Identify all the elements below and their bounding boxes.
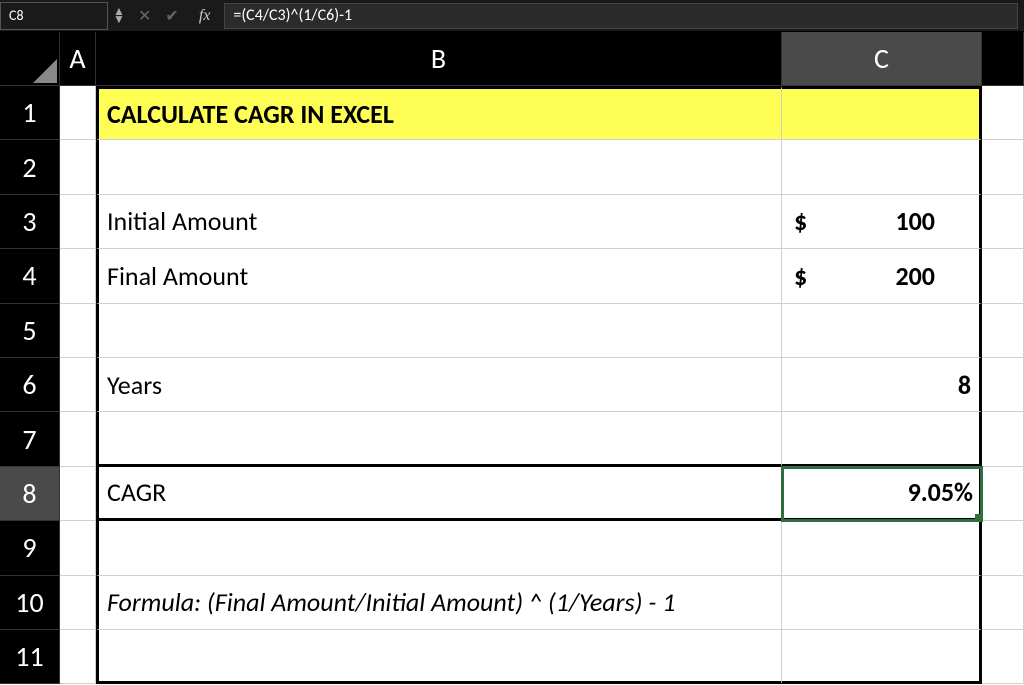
row-header-9[interactable]: 9 — [0, 521, 60, 575]
cell-b9[interactable] — [96, 521, 782, 575]
currency-value: 100 — [895, 205, 971, 237]
cell-a1[interactable] — [60, 86, 96, 140]
cell-c11[interactable] — [782, 630, 982, 684]
cell-a6[interactable] — [60, 358, 96, 412]
currency-symbol: $ — [790, 260, 807, 292]
cell-b4-final-label[interactable]: Final Amount — [96, 249, 782, 303]
currency-value: 200 — [895, 260, 971, 292]
row-header-3[interactable]: 3 — [0, 195, 60, 249]
cell-a9[interactable] — [60, 521, 96, 575]
cell-c5[interactable] — [782, 304, 982, 358]
col-header-c[interactable]: C — [782, 32, 982, 86]
cell-c2[interactable] — [782, 140, 982, 194]
name-box-stepper[interactable]: ▲ ▼ — [108, 8, 130, 24]
formula-input[interactable] — [224, 3, 1018, 29]
row-header-6[interactable]: 6 — [0, 358, 60, 412]
cell-b1-title[interactable]: CALCULATE CAGR IN EXCEL — [96, 86, 782, 140]
cell-d9[interactable] — [982, 521, 1024, 575]
col-header-a[interactable]: A — [60, 32, 96, 86]
cell-d11[interactable] — [982, 630, 1024, 684]
cell-d2[interactable] — [982, 140, 1024, 194]
cell-c3-initial-value[interactable]: $ 100 — [782, 195, 982, 249]
cell-c8-cagr-value[interactable]: 9.05% — [782, 467, 982, 521]
cell-a10[interactable] — [60, 576, 96, 630]
cell-d3[interactable] — [982, 195, 1024, 249]
cell-b7[interactable] — [96, 412, 782, 466]
row-header-5[interactable]: 5 — [0, 304, 60, 358]
cell-a2[interactable] — [60, 140, 96, 194]
row-header-7[interactable]: 7 — [0, 412, 60, 466]
active-cell-ref: C8 — [9, 7, 24, 24]
formula-controls: ✕ ✔ fx — [130, 6, 224, 26]
name-box[interactable]: C8 — [0, 2, 108, 30]
cell-c7[interactable] — [782, 412, 982, 466]
cell-c4-final-value[interactable]: $ 200 — [782, 249, 982, 303]
cell-a11[interactable] — [60, 630, 96, 684]
cell-b2[interactable] — [96, 140, 782, 194]
cell-a3[interactable] — [60, 195, 96, 249]
cell-d8[interactable] — [982, 467, 1024, 521]
row-header-1[interactable]: 1 — [0, 86, 60, 140]
cell-d5[interactable] — [982, 304, 1024, 358]
cell-d4[interactable] — [982, 249, 1024, 303]
cell-d1[interactable] — [982, 86, 1024, 140]
select-all-corner[interactable] — [0, 32, 60, 86]
cell-b10-formula-note[interactable]: Formula: (Final Amount/Initial Amount) ^… — [96, 576, 782, 630]
row-header-11[interactable]: 11 — [0, 630, 60, 684]
fx-icon[interactable]: fx — [193, 7, 217, 25]
cell-b6-years-label[interactable]: Years — [96, 358, 782, 412]
cell-a7[interactable] — [60, 412, 96, 466]
chevron-down-icon[interactable]: ▼ — [113, 16, 125, 24]
cell-a5[interactable] — [60, 304, 96, 358]
currency-symbol: $ — [790, 205, 807, 237]
cell-d7[interactable] — [982, 412, 1024, 466]
row-header-8[interactable]: 8 — [0, 467, 60, 521]
row-header-10[interactable]: 10 — [0, 576, 60, 630]
cell-d10[interactable] — [982, 576, 1024, 630]
cell-d6[interactable] — [982, 358, 1024, 412]
cell-b5[interactable] — [96, 304, 782, 358]
col-header-b[interactable]: B — [96, 32, 782, 86]
cancel-icon[interactable]: ✕ — [138, 6, 151, 26]
row-header-4[interactable]: 4 — [0, 249, 60, 303]
cell-a8[interactable] — [60, 467, 96, 521]
enter-icon[interactable]: ✔ — [165, 6, 178, 26]
cell-c1[interactable] — [782, 86, 982, 140]
cell-b3-initial-label[interactable]: Initial Amount — [96, 195, 782, 249]
col-header-end[interactable] — [982, 32, 1024, 86]
cell-c10[interactable] — [782, 576, 982, 630]
cell-b11[interactable] — [96, 630, 782, 684]
formula-bar: C8 ▲ ▼ ✕ ✔ fx — [0, 0, 1024, 32]
cell-b8-cagr-label[interactable]: CAGR — [96, 467, 782, 521]
cell-a4[interactable] — [60, 249, 96, 303]
spreadsheet-grid: A B C 1 CALCULATE CAGR IN EXCEL 2 3 Init… — [0, 32, 1024, 684]
row-header-2[interactable]: 2 — [0, 140, 60, 194]
cell-c9[interactable] — [782, 521, 982, 575]
cell-c6-years-value[interactable]: 8 — [782, 358, 982, 412]
